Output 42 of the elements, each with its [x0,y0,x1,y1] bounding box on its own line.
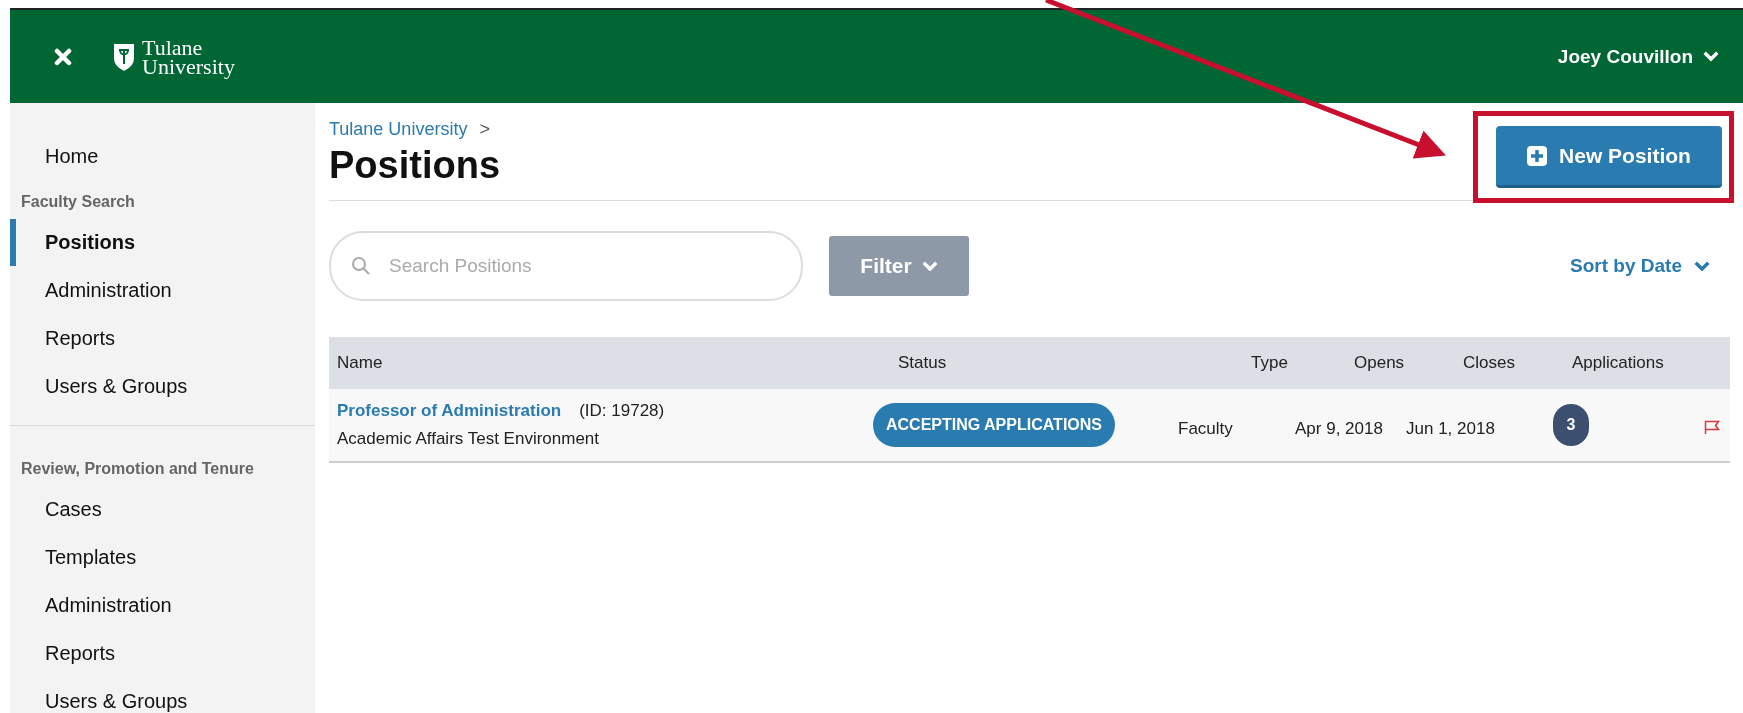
column-header[interactable]: Status [898,353,947,373]
search-input[interactable]: Search Positions [387,254,801,278]
chevron-down-icon [1694,260,1710,272]
page-title: Positions [329,144,501,187]
sidebar-heading: Faculty Search [20,192,136,212]
search-icon [351,256,371,276]
sidebar-item[interactable]: Administration [10,582,315,629]
breadcrumb-separator: > [479,119,490,140]
sidebar-item[interactable]: Users & Groups [10,678,315,713]
table-cell-text: Apr 9, 2018 [1294,418,1384,439]
new-position-button[interactable]: New Position [1496,126,1722,188]
chevron-down-icon [921,260,938,272]
search-field[interactable]: Search Positions [329,231,803,301]
column-header[interactable]: Type [1251,353,1288,373]
shield-icon [112,41,136,72]
sort-dropdown[interactable]: Sort by Date [1564,254,1716,278]
user-menu[interactable]: Joey Couvillon [1557,45,1719,68]
flag-icon[interactable] [1704,420,1720,434]
status-pill: ACCEPTING APPLICATIONS [873,403,1115,447]
breadcrumb-link[interactable]: Tulane University [329,119,468,140]
sidebar-item[interactable]: Administration [10,267,315,314]
count-badge: 3 [1553,404,1589,446]
column-header[interactable]: Name [337,353,383,373]
sidebar-item[interactable]: Positions [10,219,315,266]
sidebar-item[interactable]: Cases [10,486,315,533]
sidebar-item[interactable]: Templates [10,534,315,581]
position-id: (ID: 19728) [579,401,665,421]
sidebar-item[interactable]: Home [10,133,315,180]
sidebar-item[interactable]: Reports [10,630,315,677]
table-cell-text: Jun 1, 2018 [1405,418,1496,439]
sidebar-item[interactable]: Reports [10,315,315,362]
position-link[interactable]: Professor of Administration [337,401,562,421]
department-text: Academic Affairs Test Environment [337,429,601,449]
close-icon[interactable] [54,47,72,66]
sidebar-item[interactable]: Users & Groups [10,363,315,410]
column-header[interactable]: Opens [1354,353,1405,373]
plus-icon [1527,145,1548,166]
column-header[interactable]: Applications [1572,353,1664,373]
chevron-down-icon [1703,51,1719,62]
column-header[interactable]: Closes [1463,353,1515,373]
table-cell-text: Faculty [1177,418,1234,439]
sidebar-heading: Review, Promotion and Tenure [20,459,255,479]
